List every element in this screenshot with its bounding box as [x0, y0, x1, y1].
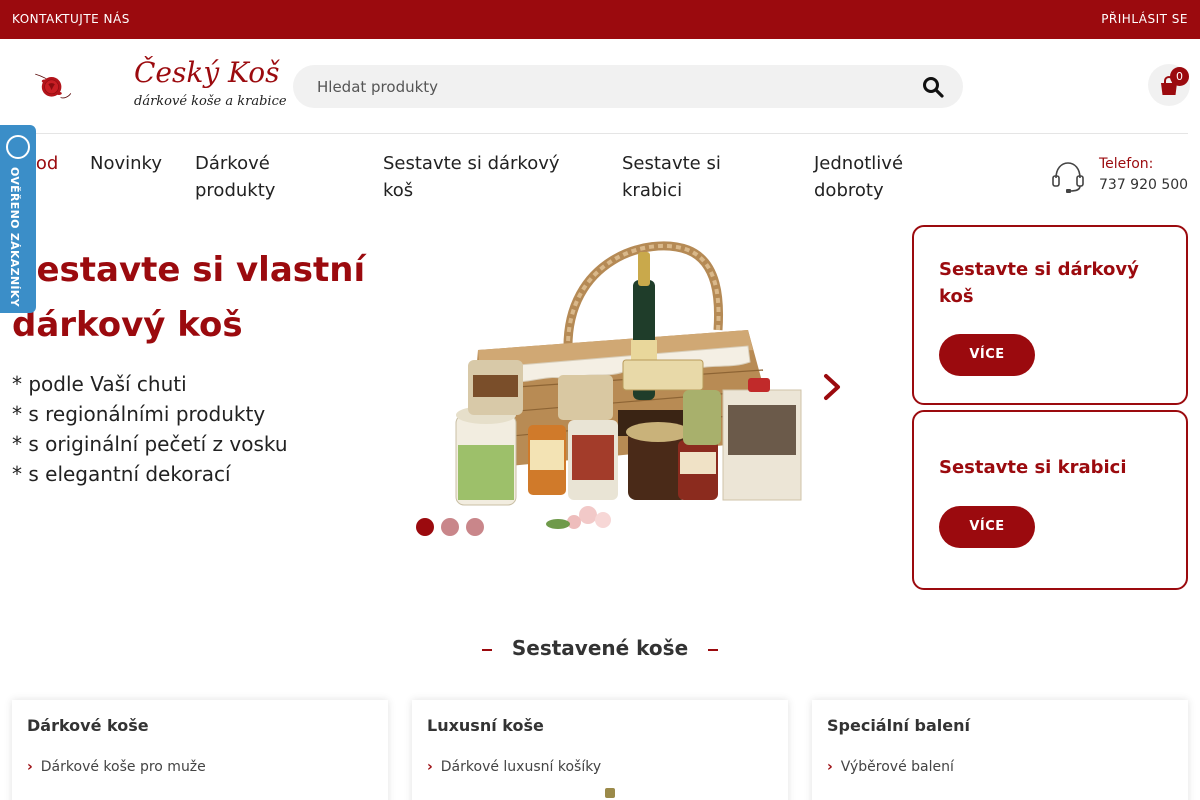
nav-item-build-box[interactable]: Sestavte si krabici	[622, 150, 762, 204]
hero-bullet: * s regionálními produkty	[12, 402, 266, 426]
cart-button[interactable]: 0	[1148, 64, 1190, 106]
logo-subtitle: dárkové koše a krabice	[134, 94, 287, 109]
promo-more-button[interactable]: VÍCE	[939, 506, 1035, 548]
top-bar: KONTAKTUJTE NÁS PŘIHLÁSIT SE	[0, 0, 1200, 39]
search-bar	[293, 65, 963, 108]
header-divider	[12, 133, 1188, 134]
hero-bullet: * s originální pečetí z vosku	[12, 432, 288, 456]
slider-next-icon[interactable]	[818, 372, 846, 402]
promo-title: Sestavte si dárkový koš	[939, 259, 1139, 307]
category-link[interactable]: › Dárkové luxusní košíky	[427, 759, 601, 775]
hero-bullet: * podle Vaší chuti	[12, 372, 187, 396]
slider-dot[interactable]	[441, 518, 459, 536]
chevron-right-icon: ›	[27, 759, 33, 775]
slider-dot-active[interactable]	[416, 518, 434, 536]
category-card-special-packaging: Speciální balení › Výběrové balení	[812, 700, 1188, 800]
category-title[interactable]: Speciální balení	[827, 716, 970, 735]
chevron-right-icon: ›	[827, 759, 833, 775]
category-link-label: Výběrové balení	[840, 759, 954, 775]
category-link[interactable]: › Dárkové koše pro muže	[27, 759, 206, 775]
promo-title: Sestavte si krabici	[939, 457, 1127, 478]
login-link[interactable]: PŘIHLÁSIT SE	[1101, 12, 1188, 26]
category-link-label: Dárkové koše pro muže	[40, 759, 206, 775]
hero-bullets: * podle Vaší chuti * s regionálními prod…	[12, 369, 288, 489]
hero-title: Sestavte si vlastní dárkový koš	[12, 250, 366, 345]
nav-item-build-basket[interactable]: Sestavte si dárkový koš	[383, 150, 593, 204]
logo-title: Český Koš	[134, 56, 280, 89]
heading-dash-right	[708, 648, 719, 651]
heading-dash-left	[481, 648, 492, 651]
phone-label: Telefon:	[1099, 156, 1154, 172]
headset-icon	[1052, 162, 1084, 193]
product-thumbnail-image	[605, 788, 615, 798]
verified-by-customers-badge[interactable]: OVĚŘENO ZÁKAZNÍKY	[0, 125, 36, 313]
section-heading-text: Sestavené koše	[511, 636, 689, 660]
promo-build-basket: Sestavte si dárkový koš VÍCE	[912, 225, 1188, 405]
phone-number[interactable]: 737 920 500	[1099, 177, 1188, 193]
category-card-luxury-baskets: Luxusní koše › Dárkové luxusní košíky	[412, 700, 788, 800]
nav-item-gift-products[interactable]: Dárkové produkty	[195, 150, 315, 204]
nav-item-news[interactable]: Novinky	[90, 150, 180, 177]
wax-seal-logo-icon	[35, 73, 72, 99]
category-title[interactable]: Luxusní koše	[427, 716, 544, 735]
contact-link[interactable]: KONTAKTUJTE NÁS	[12, 12, 130, 26]
nav-item-single-goods[interactable]: Jednotlivé dobroty	[814, 150, 954, 204]
category-link-label: Dárkové luxusní košíky	[440, 759, 602, 775]
hero-bullet: * s elegantní dekorací	[12, 462, 231, 486]
verified-badge-text: OVĚŘENO ZÁKAZNÍKY	[8, 167, 21, 307]
category-card-gift-baskets: Dárkové koše › Dárkové koše pro muže	[12, 700, 388, 800]
category-link[interactable]: › Výběrové balení	[827, 759, 954, 775]
category-title[interactable]: Dárkové koše	[27, 716, 149, 735]
chevron-right-icon: ›	[427, 759, 433, 775]
gift-basket-image	[455, 241, 802, 529]
promo-more-button[interactable]: VÍCE	[939, 334, 1035, 376]
search-icon[interactable]	[921, 75, 945, 99]
cart-count-badge: 0	[1170, 67, 1189, 86]
promo-build-box: Sestavte si krabici VÍCE	[912, 410, 1188, 590]
verified-logo-icon	[6, 135, 30, 159]
search-input[interactable]	[317, 65, 897, 108]
slider-dot[interactable]	[466, 518, 484, 536]
section-heading: Sestavené koše	[0, 636, 1200, 660]
